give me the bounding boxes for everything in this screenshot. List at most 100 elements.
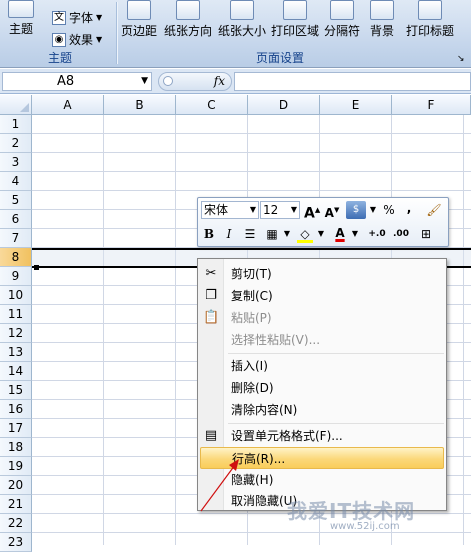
name-box[interactable]: A8 ▼ <box>2 72 152 91</box>
effects-icon: ◉ <box>52 32 66 47</box>
fill-handle[interactable] <box>34 265 39 270</box>
row-header-20[interactable]: 20 <box>0 476 32 495</box>
insert-function-button[interactable]: fx <box>214 74 225 88</box>
comma-button[interactable]: , <box>404 199 414 217</box>
grow-font-button[interactable]: A▲ <box>304 201 320 222</box>
theme-effects-button[interactable]: ◉ 效果 ▼ <box>52 31 102 48</box>
row-header-15[interactable]: 15 <box>0 381 32 400</box>
font-color-button[interactable]: A <box>332 224 348 242</box>
merge-center-icon[interactable]: ⊞ <box>416 225 436 243</box>
ribbon: 主题 文 字体 ▼ ◉ 效果 ▼ 主题 页边距 纸张方向 纸张大小 打印区域 分… <box>0 0 471 68</box>
row-header-9[interactable]: 9 <box>0 267 32 286</box>
menu-separator <box>228 423 444 424</box>
chevron-down-icon[interactable]: ▼ <box>282 225 292 243</box>
breaks-button[interactable]: 分隔符 <box>324 0 360 39</box>
format-accounting-icon[interactable]: $ <box>346 201 366 219</box>
size-button[interactable]: 纸张大小 <box>218 0 266 39</box>
center-align-icon[interactable]: ☰ <box>242 225 258 243</box>
menu-item-delete[interactable]: 删除(D) <box>200 377 444 399</box>
decrease-decimal-button[interactable]: .00 <box>390 225 412 243</box>
row-header-1[interactable]: 1 <box>0 115 32 134</box>
font-name-box[interactable]: 宋体 ▼ <box>201 201 259 219</box>
formula-bar: A8 ▼ fx <box>0 69 471 94</box>
dialog-launcher-icon[interactable]: ↘ <box>457 54 465 64</box>
printer-icon <box>283 0 307 20</box>
chevron-down-icon[interactable]: ▼ <box>350 225 360 243</box>
percent-button[interactable]: % <box>382 201 396 219</box>
column-header-e[interactable]: E <box>320 95 392 115</box>
menu-item-paste[interactable]: 📋 粘贴(P) <box>200 307 444 329</box>
row-header-5[interactable]: 5 <box>0 191 32 210</box>
bold-button[interactable]: B <box>202 225 216 243</box>
row-header-12[interactable]: 12 <box>0 324 32 343</box>
menu-item-clear-contents[interactable]: 清除内容(N) <box>200 399 444 421</box>
chevron-down-icon[interactable]: ▼ <box>250 202 256 218</box>
chevron-down-icon[interactable]: ▼ <box>141 73 148 90</box>
column-header-a[interactable]: A <box>32 95 104 115</box>
theme-fonts-button[interactable]: 文 字体 ▼ <box>52 9 102 26</box>
row-header-17[interactable]: 17 <box>0 419 32 438</box>
select-all-button[interactable] <box>0 95 32 115</box>
row-header-8[interactable]: 8 <box>0 248 32 267</box>
row-header-10[interactable]: 10 <box>0 286 32 305</box>
ribbon-separator <box>116 2 117 64</box>
row-header-2[interactable]: 2 <box>0 134 32 153</box>
row-header-14[interactable]: 14 <box>0 362 32 381</box>
menu-item-cut[interactable]: ✂ 剪切(T) <box>200 263 444 285</box>
font-size-value: 12 <box>263 203 279 217</box>
menu-item-copy[interactable]: ❐ 复制(C) <box>200 285 444 307</box>
italic-button[interactable]: I <box>222 225 236 243</box>
row-header-3[interactable]: 3 <box>0 153 32 172</box>
row-header-21[interactable]: 21 <box>0 495 32 514</box>
row-header-4[interactable]: 4 <box>0 172 32 191</box>
shrink-font-button[interactable]: A▼ <box>324 201 340 220</box>
font-size-box[interactable]: 12 ▼ <box>260 201 300 219</box>
menu-separator <box>228 353 444 354</box>
chevron-down-icon[interactable]: ▼ <box>316 225 326 243</box>
menu-item-paste-special-label: 选择性粘贴(V)... <box>231 333 321 347</box>
menu-item-format-cells-label: 设置单元格格式(F)... <box>231 429 343 443</box>
print-area-button[interactable]: 打印区域 <box>271 0 319 39</box>
formula-controls: fx <box>158 72 232 91</box>
orientation-button[interactable]: 纸张方向 <box>164 0 212 39</box>
format-painter-icon[interactable]: 🖌 <box>424 201 444 219</box>
column-header-b[interactable]: B <box>104 95 176 115</box>
paper-size-icon <box>230 0 254 20</box>
breaks-label: 分隔符 <box>324 24 361 38</box>
increase-decimal-button[interactable]: +.0 <box>366 225 388 243</box>
margins-button[interactable]: 页边距 <box>121 0 157 39</box>
column-header-c[interactable]: C <box>176 95 248 115</box>
fill-color-icon[interactable]: ◇ <box>296 225 314 243</box>
resize-handle-icon[interactable] <box>163 76 173 86</box>
row-header-19[interactable]: 19 <box>0 457 32 476</box>
fill-color-bar <box>297 240 313 243</box>
column-header-d[interactable]: D <box>248 95 320 115</box>
row-header-23[interactable]: 23 <box>0 533 32 552</box>
borders-icon[interactable]: ▦ <box>264 225 280 243</box>
theme-button[interactable]: 主题 <box>8 0 34 37</box>
menu-item-format-cells[interactable]: ▤ 设置单元格格式(F)... <box>200 425 444 447</box>
row-header-16[interactable]: 16 <box>0 400 32 419</box>
row-header-11[interactable]: 11 <box>0 305 32 324</box>
row-header-18[interactable]: 18 <box>0 438 32 457</box>
row-header-13[interactable]: 13 <box>0 343 32 362</box>
menu-item-paste-special[interactable]: 选择性粘贴(V)... <box>200 329 444 351</box>
menu-item-delete-label: 删除(D) <box>231 381 274 395</box>
print-titles-button[interactable]: 打印标题 <box>406 0 454 39</box>
chevron-down-icon[interactable]: ▼ <box>291 202 297 218</box>
background-button[interactable]: 背景 <box>370 0 394 39</box>
print-area-label: 打印区域 <box>271 24 320 38</box>
watermark-text: 我爱IT技术网 <box>287 499 416 523</box>
shrink-font-label: A <box>324 206 334 220</box>
column-header-f[interactable]: F <box>392 95 471 115</box>
chevron-down-icon: ▼ <box>96 35 103 44</box>
copy-icon: ❐ <box>205 288 217 303</box>
theme-group-label: 主题 <box>47 51 72 65</box>
menu-item-insert[interactable]: 插入(I) <box>200 355 444 377</box>
row-header-22[interactable]: 22 <box>0 514 32 533</box>
row-header-7[interactable]: 7 <box>0 229 32 248</box>
row-header-6[interactable]: 6 <box>0 210 32 229</box>
margins-icon <box>127 0 151 20</box>
chevron-down-icon[interactable]: ▼ <box>368 201 378 219</box>
formula-input[interactable] <box>234 72 471 91</box>
